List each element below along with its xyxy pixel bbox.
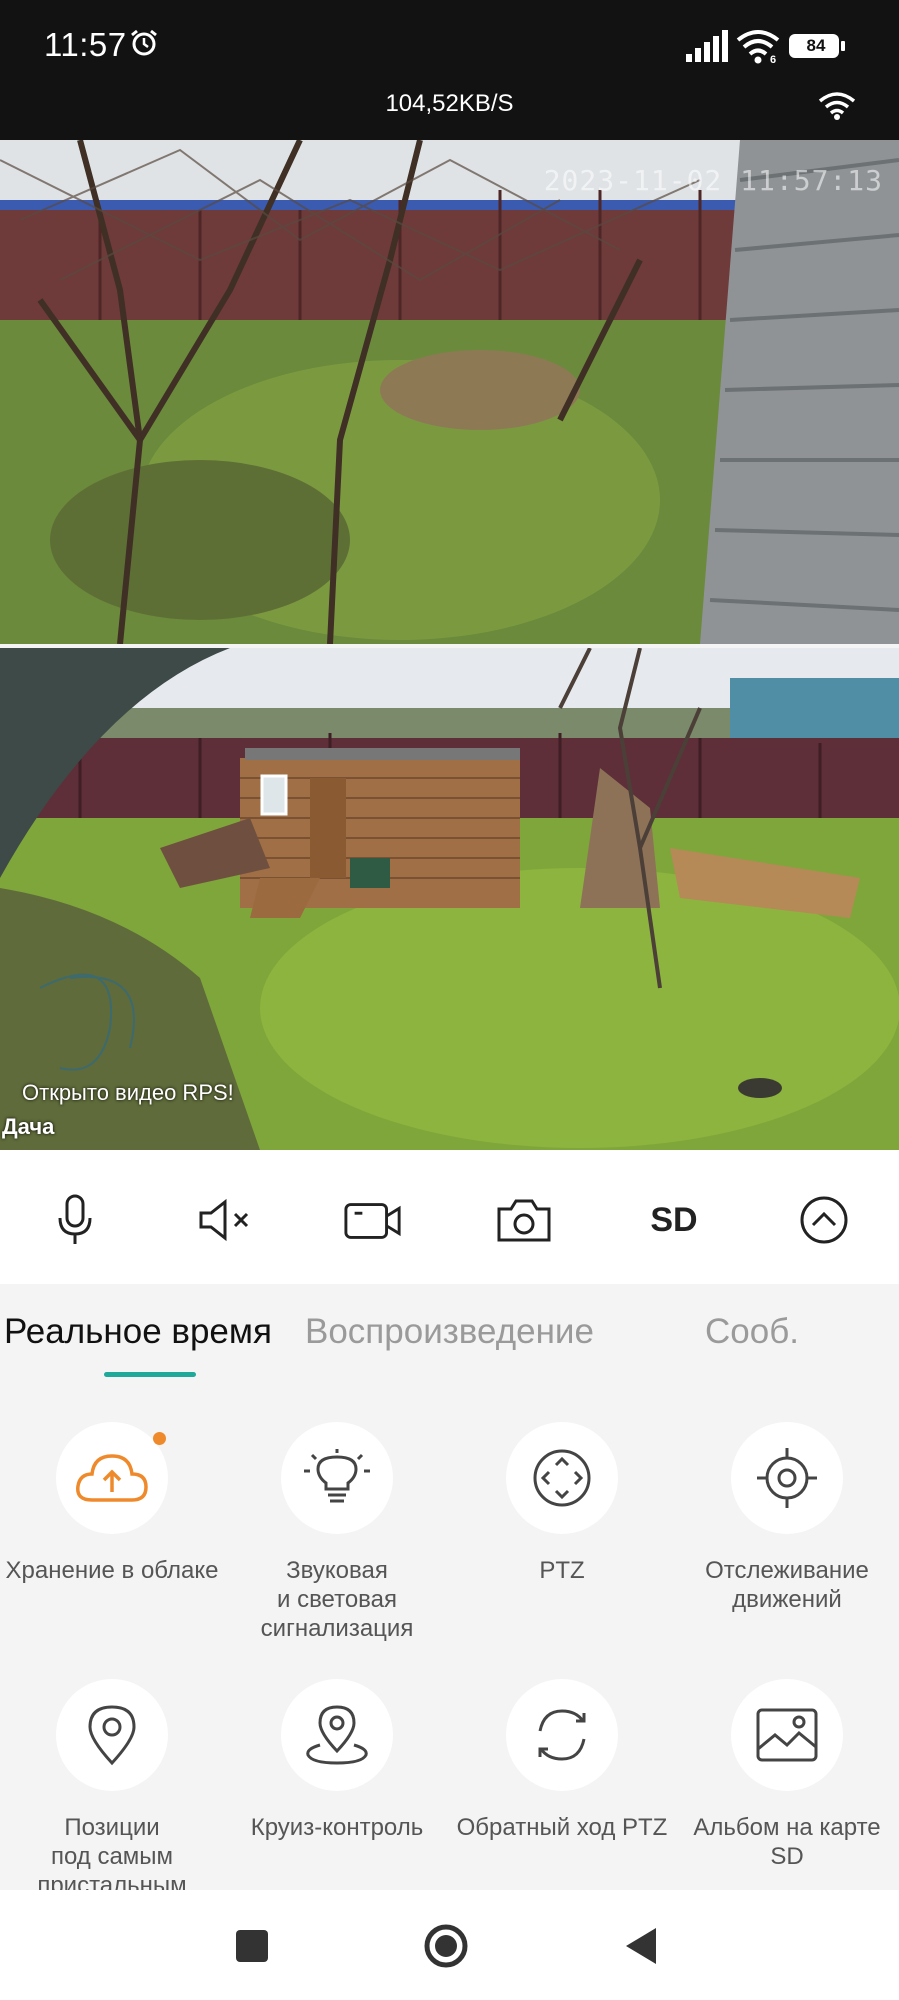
cellular-signal-icon (686, 30, 728, 62)
status-time: 11:57 (44, 26, 127, 63)
snapshot-button[interactable] (494, 1190, 554, 1250)
mute-button[interactable] (195, 1190, 255, 1250)
microphone-button[interactable] (45, 1190, 105, 1250)
mute-icon (199, 1198, 249, 1242)
feature-label: Круиз-контроль (250, 1814, 424, 1841)
osd-timestamp: 2023-11-02 11:57:13 (543, 164, 883, 197)
camera-image-yard (0, 140, 899, 644)
network-speed: 104,52KB/S (385, 90, 514, 117)
camera-feed-top[interactable]: 2023-11-02 11:57:13 (0, 140, 899, 644)
feature-motion-tracking[interactable]: Отслеживание движений (675, 1422, 899, 1614)
feature-icon-circle (281, 1679, 393, 1791)
tab-messages[interactable]: Сооб. (705, 1312, 799, 1352)
quality-sd-button[interactable]: SD (644, 1190, 704, 1250)
record-video-button[interactable] (343, 1190, 403, 1250)
tab-bar: Реальное время Воспроизведение Сооб. (0, 1284, 899, 1394)
feature-grid: Хранение в облаке Звуковая и световая сигн… (0, 1394, 899, 1890)
record-video-icon (344, 1203, 401, 1239)
feature-label: Обратный ход PTZ (456, 1814, 668, 1841)
feature-label: Позиции под самым пристальным (37, 1814, 187, 1890)
expand-button[interactable] (794, 1190, 854, 1250)
feature-preset-positions[interactable]: Позиции под самым пристальным (0, 1679, 224, 1890)
camera-image-garden (0, 648, 899, 1150)
camera-feed-bottom[interactable]: Открыто видео RPS! Дача (0, 648, 899, 1150)
feature-sound-light-alarm[interactable]: Звуковая и световая сигнализация (225, 1422, 449, 1643)
feature-sd-album[interactable]: Альбом на карте SD (675, 1679, 899, 1871)
feature-label: PTZ (539, 1557, 585, 1584)
home-icon[interactable] (424, 1924, 468, 1968)
feature-cruise-control[interactable]: Круиз-контроль (225, 1679, 449, 1842)
motion-tracking-icon (757, 1448, 817, 1508)
cruise-control-icon (306, 1705, 368, 1765)
feature-icon-circle (506, 1679, 618, 1791)
feature-icon-circle (506, 1422, 618, 1534)
alarm-clock-icon (131, 29, 157, 56)
reverse-ptz-icon (538, 1709, 586, 1761)
device-name: Дача (2, 1114, 55, 1139)
feature-label: Альбом на карте SD (693, 1814, 881, 1870)
live-toolbar: SD (0, 1150, 899, 1284)
active-tab-indicator (104, 1372, 196, 1377)
feature-icon-circle (731, 1679, 843, 1791)
status-bar: 11:57 6 84 104,52KB/S (0, 0, 899, 140)
battery-level: 84 (806, 36, 826, 55)
feature-icon-circle (281, 1422, 393, 1534)
feature-label: Хранение в облаке (5, 1557, 219, 1584)
feature-icon-circle (56, 1422, 168, 1534)
ptz-icon (533, 1449, 591, 1507)
wifi-6-icon: 6 (736, 30, 780, 64)
back-icon[interactable] (620, 1924, 664, 1968)
system-navigation-bar (0, 1890, 899, 2000)
notification-dot (153, 1432, 166, 1445)
tab-realtime[interactable]: Реальное время (4, 1312, 272, 1352)
feature-reverse-ptz[interactable]: Обратный ход PTZ (450, 1679, 674, 1842)
feature-label: Отслеживание движений (705, 1557, 869, 1613)
recent-apps-icon[interactable] (230, 1924, 274, 1968)
feature-icon-circle (731, 1422, 843, 1534)
alarm-light-icon (304, 1449, 370, 1503)
feature-label: Звуковая и световая сигнализация (260, 1557, 414, 1642)
feature-icon-circle (56, 1679, 168, 1791)
feature-ptz[interactable]: PTZ (450, 1422, 674, 1585)
location-pin-icon (88, 1705, 136, 1766)
feature-cloud-storage[interactable]: Хранение в облаке (0, 1422, 224, 1585)
microphone-icon (58, 1194, 92, 1244)
tab-playback[interactable]: Воспроизведение (305, 1312, 594, 1352)
sd-album-icon (756, 1708, 818, 1762)
cloud-upload-icon (76, 1454, 148, 1502)
expand-up-icon (800, 1196, 848, 1244)
snapshot-camera-icon (497, 1199, 551, 1242)
svg-text:6: 6 (770, 54, 776, 64)
rps-notice: Открыто видео RPS! (22, 1080, 234, 1105)
device-wifi-icon (818, 92, 856, 120)
